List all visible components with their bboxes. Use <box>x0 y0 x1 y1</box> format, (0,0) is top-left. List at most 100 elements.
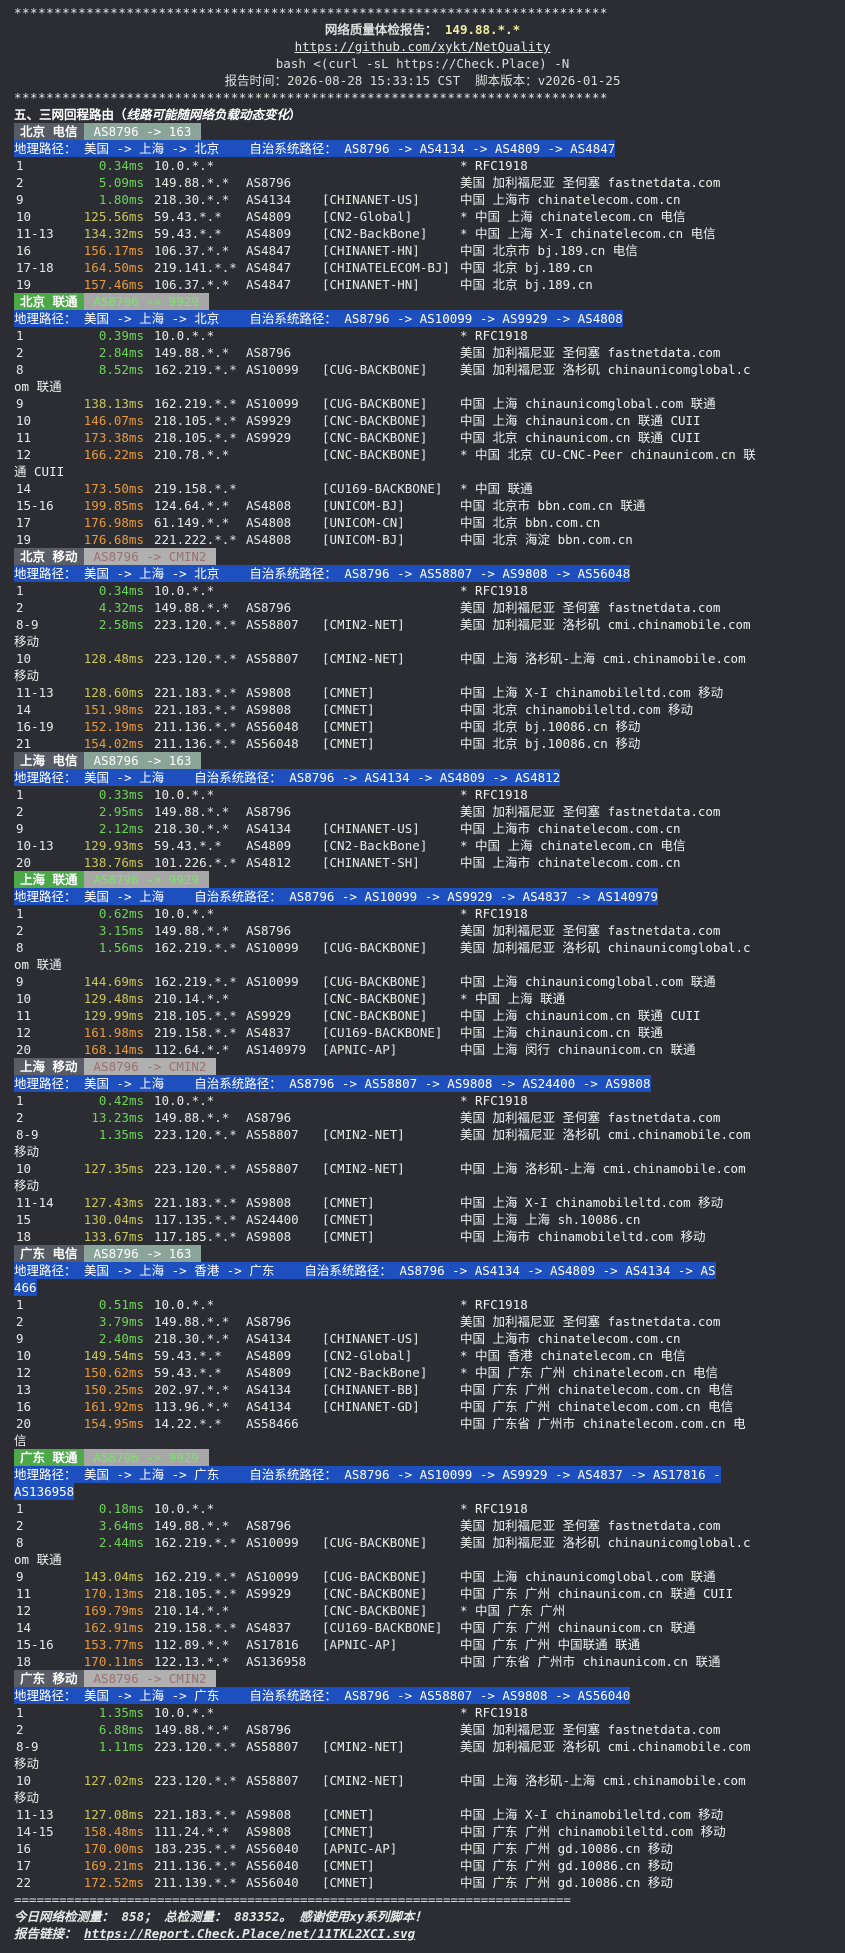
hop-tag: [CHINANET-US] <box>322 1331 420 1346</box>
route-path: 地理路径： 美国 -> 上海 自治系统路径： AS8796 -> AS58807… <box>14 1075 651 1092</box>
hop-geo: 中国 广东 广州 中国联通 联通 <box>460 1637 641 1652</box>
hop-tag: [CHINANET-US] <box>322 192 420 207</box>
hop-ip: 149.88.*.* <box>154 804 230 819</box>
hop-number: 11-13 <box>16 685 54 700</box>
hop-tag: [CUG-BACKBONE] <box>322 1535 428 1550</box>
hop-latency: 169.21ms <box>83 1858 144 1873</box>
hop-latency: 170.13ms <box>83 1586 144 1601</box>
hop-geo: 中国 上海 洛杉矶-上海 cmi.chinamobile.com <box>460 651 746 666</box>
hop-latency: 143.04ms <box>83 1569 144 1584</box>
hop-number: 10 <box>16 1348 32 1363</box>
hop-ip: 210.14.*.* <box>154 991 230 1006</box>
report-link[interactable]: https://Report.Check.Place/net/11TKL2XCI… <box>84 1926 415 1941</box>
hop-geo-cont: om 联通 <box>14 957 62 972</box>
hop-number: 11-13 <box>16 1807 54 1822</box>
hop-latency: 0.33ms <box>98 787 144 802</box>
hop-tag: [CN2-Global] <box>322 209 413 224</box>
hop-latency: 164.50ms <box>83 260 144 275</box>
hop-tag: [CNC-BACKBONE] <box>322 1603 428 1618</box>
route-path-cont: 466 <box>14 1279 37 1296</box>
hop-number: 10 <box>16 413 32 428</box>
report-ip: 149.88.*.* <box>444 22 521 37</box>
hop-ip: 10.0.*.* <box>154 328 215 343</box>
hop-tag: [CN2-BackBone] <box>322 838 428 853</box>
hop-ip: 211.136.*.* <box>154 719 237 734</box>
hop-row: 17 176.98ms 61.149.*.* AS4808 [UNICOM-CN] 中国 … <box>14 514 831 531</box>
hop-geo: 中国 广东 广州 chinatelecom.com.cn 电信 <box>460 1382 734 1397</box>
hop-ip: 218.30.*.* <box>154 821 230 836</box>
hop-asn: AS4808 <box>246 515 292 530</box>
hop-ip: 221.183.*.* <box>154 685 237 700</box>
hop-number: 1 <box>16 1705 24 1720</box>
hop-geo: 美国 加利福尼亚 洛杉矶 chinaunicomglobal.c <box>460 940 751 955</box>
route-block-header: 北京 移动 AS8796 -> CMIN2 <box>14 548 831 565</box>
hop-geo: 中国 上海市 chinatelecom.com.cn <box>460 855 681 870</box>
hop-geo: 中国 广东 广州 chinamobileltd.com 移动 <box>460 1824 726 1839</box>
hop-tag: [CMNET] <box>322 1229 375 1244</box>
hop-tag: [CUG-BACKBONE] <box>322 1569 428 1584</box>
hop-number: 10 <box>16 1161 32 1176</box>
hop-ip: 112.89.*.* <box>154 1637 230 1652</box>
hop-asn: AS10099 <box>246 940 299 955</box>
hop-number: 12 <box>16 1025 32 1040</box>
hop-tag: [CMIN2-NET] <box>322 1127 405 1142</box>
hop-tag: [APNIC-AP] <box>322 1637 398 1652</box>
hop-number: 1 <box>16 583 24 598</box>
hop-row: 2 13.23ms 149.88.*.* AS8796 美国 加利福尼亚 圣何塞 fas… <box>14 1109 831 1126</box>
hop-number: 9 <box>16 192 24 207</box>
as-group-badge: AS8796 -> CMIN2 <box>83 548 217 565</box>
hop-ip: 219.158.*.* <box>154 1025 237 1040</box>
hop-geo: * 中国 上海 联通 <box>460 991 566 1006</box>
hop-asn: AS4809 <box>246 1348 292 1363</box>
hop-asn: AS4809 <box>246 226 292 241</box>
hop-row: 10 149.54ms 59.43.*.* AS4809 [CN2-Global] * 中… <box>14 1347 831 1364</box>
hop-number: 10 <box>16 991 32 1006</box>
hop-tag: [CMIN2-NET] <box>322 1161 405 1176</box>
hop-latency: 129.93ms <box>83 838 144 853</box>
hop-row: 2 3.79ms 149.88.*.* AS8796 美国 加利福尼亚 圣何塞 fast… <box>14 1313 831 1330</box>
hop-geo: 中国 北京市 bj.189.cn 电信 <box>460 243 638 258</box>
hop-ip: 162.219.*.* <box>154 974 237 989</box>
hop-ip: 202.97.*.* <box>154 1382 230 1397</box>
hop-asn: AS58466 <box>246 1416 299 1431</box>
hop-latency: 128.48ms <box>83 651 144 666</box>
hop-latency: 0.34ms <box>98 583 144 598</box>
report-link-line: 报告链接： https://Report.Check.Place/net/11T… <box>14 1925 831 1942</box>
hop-ip: 122.13.*.* <box>154 1654 230 1669</box>
route-block-header: 广东 联通 AS8796 -> 9929 <box>14 1449 831 1466</box>
hop-latency: 166.22ms <box>83 447 144 462</box>
hop-ip: 149.88.*.* <box>154 1722 230 1737</box>
repo-link[interactable]: https://github.com/xykt/NetQuality <box>295 39 551 54</box>
hop-geo: * RFC1918 <box>460 787 528 802</box>
hop-row: 12 161.98ms 219.158.*.* AS4837 [CU169-BACKBO… <box>14 1024 831 1041</box>
hop-ip: 221.222.*.* <box>154 532 237 547</box>
hop-geo: 美国 加利福尼亚 洛杉矶 cmi.chinamobile.com <box>460 1127 751 1142</box>
hop-geo: * 中国 广东 广州 <box>460 1603 566 1618</box>
report-title-text: 网络质量体检报告： <box>324 22 438 37</box>
hop-number: 20 <box>16 1042 32 1057</box>
hop-latency: 154.95ms <box>83 1416 144 1431</box>
hop-geo: 中国 上海 X-I chinamobileltd.com 移动 <box>460 1807 724 1822</box>
hop-asn: AS8796 <box>246 600 292 615</box>
hop-tag: [CMIN2-NET] <box>322 617 405 632</box>
hop-row: 12 150.62ms 59.43.*.* AS4809 [CN2-BackBone] *… <box>14 1364 831 1381</box>
hop-number: 2 <box>16 804 24 819</box>
route-path-line: 地理路径： 美国 -> 上海 自治系统路径： AS8796 -> AS58807… <box>14 1075 831 1092</box>
section-subtitle: 线路可能随网络负载动态变化 <box>126 107 290 122</box>
hop-number: 10 <box>16 651 32 666</box>
hop-row: 1 1.35ms 10.0.*.* * RFC1918 <box>14 1704 831 1721</box>
hop-latency: 4.32ms <box>98 600 144 615</box>
hop-ip: 183.235.*.* <box>154 1841 237 1856</box>
command-line: bash <(curl -sL https://Check.Place) -N <box>275 56 570 71</box>
stars-divider: ****************************************… <box>14 5 608 20</box>
hop-row: 15-16 199.85ms 124.64.*.* AS4808 [UNICOM-BJ]… <box>14 497 831 514</box>
hop-geo: * 中国 上海 X-I chinatelecom.cn 电信 <box>460 226 716 241</box>
hop-geo: 中国 北京 海淀 bbn.com.cn <box>460 532 633 547</box>
hop-number: 1 <box>16 1297 24 1312</box>
hop-tag: [CHINATELECOM-BJ] <box>322 260 450 275</box>
hop-asn: AS4837 <box>246 1025 292 1040</box>
hop-latency: 1.35ms <box>98 1127 144 1142</box>
hop-ip: 10.0.*.* <box>154 1501 215 1516</box>
hop-geo: 中国 上海 X-I chinamobileltd.com 移动 <box>460 1195 724 1210</box>
hop-row: 10 127.02ms 223.120.*.* AS58807 [CMIN2-NET] 中… <box>14 1772 831 1789</box>
